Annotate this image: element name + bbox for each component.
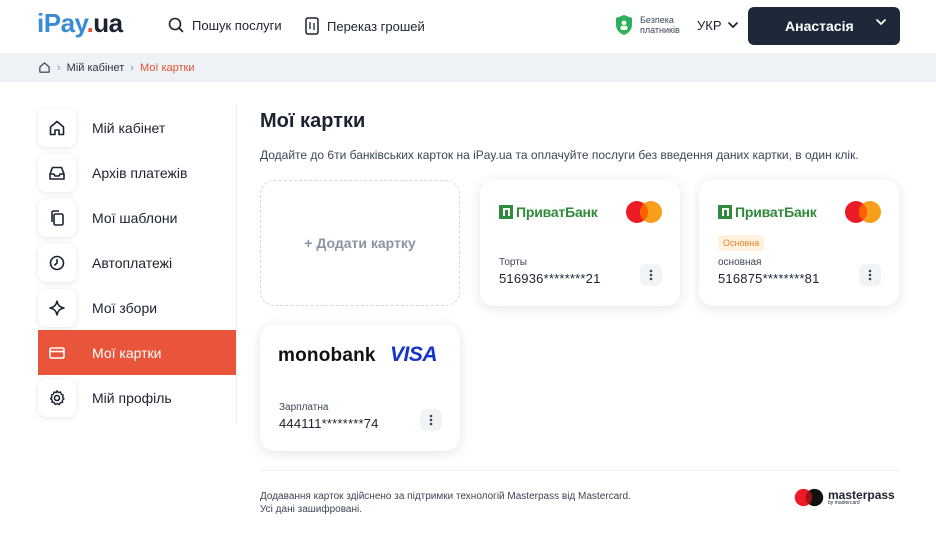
search-service-link[interactable]: Пошук послуги — [168, 17, 282, 33]
sidebar: Мій кабінет Архів платежів Мої шаблони А… — [38, 105, 236, 420]
inbox-icon — [38, 153, 76, 192]
payer-safety-link[interactable]: Безпека платників — [614, 14, 680, 36]
primary-card-badge: Основна — [718, 235, 765, 251]
logo-part-ipay: iPay — [37, 8, 87, 38]
bank-card-privat-1[interactable]: ПриватБанк Торты 516936********21 — [480, 180, 680, 306]
money-transfer-label: Переказ грошей — [327, 18, 425, 34]
card-icon — [38, 333, 76, 372]
breadcrumb-separator: › — [57, 61, 61, 74]
user-name: Анастасія — [785, 18, 854, 34]
privatbank-logo: ПриватБанк — [499, 204, 598, 220]
monobank-logo: monobank — [278, 345, 376, 366]
logo-part-ua: ua — [93, 8, 123, 38]
sparkle-icon — [38, 288, 76, 327]
card-more-button[interactable] — [640, 264, 662, 286]
card-more-button[interactable] — [859, 264, 881, 286]
footer-divider — [260, 470, 900, 471]
safety-line-1: Безпека — [640, 15, 674, 25]
card-number: 516875********81 — [718, 271, 820, 286]
bank-name: ПриватБанк — [516, 204, 598, 220]
sidebar-item-fundraisers[interactable]: Мої збори — [38, 285, 236, 330]
card-name: основная — [718, 257, 762, 268]
transfer-icon — [305, 17, 319, 35]
sidebar-divider — [236, 105, 237, 423]
bank-name: ПриватБанк — [735, 204, 817, 220]
card-number: 444111********74 — [279, 416, 379, 431]
sidebar-item-label: Автоплатежі — [92, 254, 173, 271]
money-transfer-link[interactable]: Переказ грошей — [305, 17, 425, 35]
page-title: Мої картки — [260, 110, 366, 132]
card-name: Торты — [499, 257, 527, 268]
card-name: Зарплатна — [279, 402, 329, 413]
language-selector[interactable]: УКР — [697, 18, 738, 33]
visa-logo: VISA — [390, 343, 438, 366]
sidebar-item-label: Мій профіль — [92, 389, 172, 406]
home-icon — [38, 108, 76, 147]
ipay-logo[interactable]: iPay.ua — [37, 8, 123, 39]
safety-line-2: платників — [640, 25, 680, 35]
add-card-button[interactable]: + Додати картку — [260, 180, 460, 306]
masterpass-word: masterpass — [828, 487, 895, 502]
sidebar-item-label: Мої збори — [92, 299, 158, 316]
clock-icon — [38, 243, 76, 282]
privatbank-logo: ПриватБанк — [718, 204, 817, 220]
sidebar-item-label: Архів платежів — [92, 164, 188, 181]
bank-card-monobank[interactable]: monobank VISA Зарплатна 444111********74 — [260, 325, 460, 451]
mastercard-logo-icon — [845, 201, 881, 223]
sidebar-item-autopayments[interactable]: Автоплатежі — [38, 240, 236, 285]
gear-icon — [38, 378, 76, 417]
breadcrumb-item-cabinet[interactable]: Мій кабінет — [67, 62, 125, 74]
home-icon[interactable] — [38, 61, 51, 74]
shield-icon — [616, 15, 632, 35]
more-vertical-icon — [429, 414, 433, 426]
masterpass-mark-icon — [794, 488, 824, 507]
footer-note: Додавання карток здійснено за підтримки … — [260, 490, 631, 516]
sidebar-item-label: Мої картки — [92, 344, 162, 361]
privatbank-mark-icon — [499, 205, 513, 219]
footer-line-1: Додавання карток здійснено за підтримки … — [260, 491, 631, 502]
breadcrumb: › Мій кабінет › Мої картки — [0, 53, 936, 82]
sidebar-item-profile[interactable]: Мій профіль — [38, 375, 236, 420]
sidebar-item-label: Мій кабінет — [92, 119, 166, 136]
breadcrumb-separator: › — [130, 61, 134, 74]
masterpass-logo: masterpass by mastercard — [794, 488, 895, 507]
more-vertical-icon — [649, 269, 653, 281]
user-menu-button[interactable]: Анастасія — [748, 7, 900, 45]
sidebar-item-templates[interactable]: Мої шаблони — [38, 195, 236, 240]
mastercard-logo-icon — [626, 201, 662, 223]
breadcrumb-item-my-cards: Мої картки — [139, 61, 195, 74]
sidebar-item-label: Мої шаблони — [92, 209, 178, 226]
privatbank-mark-icon — [718, 205, 732, 219]
safety-text: Безпека платників — [640, 15, 680, 35]
footer-line-2: Усі дані зашифровані. — [260, 504, 362, 515]
card-more-button[interactable] — [420, 409, 442, 431]
page-subtitle: Додайте до 6ти банківських карток на iPa… — [260, 148, 859, 162]
search-icon — [168, 17, 184, 33]
search-service-label: Пошук послуги — [192, 17, 282, 33]
bank-card-privat-2[interactable]: ПриватБанк Основна основная 516875******… — [699, 180, 899, 306]
sidebar-item-payments-archive[interactable]: Архів платежів — [38, 150, 236, 195]
copy-icon — [38, 198, 76, 237]
language-label: УКР — [697, 18, 722, 33]
sidebar-item-my-cards[interactable]: Мої картки — [38, 330, 236, 375]
more-vertical-icon — [868, 269, 872, 281]
sidebar-item-cabinet[interactable]: Мій кабінет — [38, 105, 236, 150]
chevron-down-icon — [876, 19, 886, 26]
chevron-down-icon — [727, 22, 738, 29]
header: iPay.ua Пошук послуги Переказ грошей Без… — [0, 0, 936, 53]
card-number: 516936********21 — [499, 271, 601, 286]
masterpass-text: masterpass by mastercard — [828, 487, 895, 506]
